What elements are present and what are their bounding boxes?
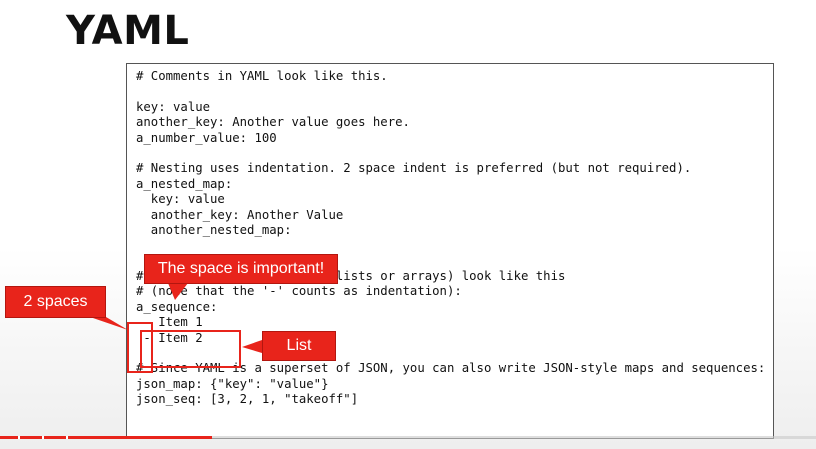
callout-space-important: The space is important! [144,254,338,284]
video-progress-bar[interactable] [0,436,816,439]
code-line: # (note that the '-' counts as indentati… [136,284,462,299]
list-highlight [140,330,241,368]
code-line: a_number_value: 100 [136,130,277,145]
chapter-marker [66,436,68,439]
video-progress-fill [0,436,213,439]
callout-list: List [262,331,336,361]
code-line: # Nesting uses indentation. 2 space inde… [136,161,692,176]
callout-2-spaces: 2 spaces [5,286,106,318]
code-line: a_sequence: [136,299,218,314]
spaces-pointer [90,317,128,330]
chapter-marker [42,436,44,439]
code-line: json_seq: [3, 2, 1, "takeoff"] [136,392,359,407]
code-line: another_nested_map: [136,222,292,237]
code-line: key: value [136,99,211,114]
slide-title: YAML [66,8,190,54]
code-line: - Item 1 [136,315,203,330]
code-line: a_nested_map: [136,176,233,191]
code-line: another_key: Another value goes here. [136,115,410,130]
code-line: key: value [136,192,225,207]
code-line: json_map: {"key": "value"} [136,376,329,391]
code-line: # Comments in YAML look like this. [136,69,388,83]
code-line: another_key: Another Value [136,207,344,222]
chapter-marker [18,436,20,439]
code-block: # Comments in YAML look like this. key: v… [126,63,774,439]
slide: YAML # Comments in YAML look like this. k… [0,0,816,449]
